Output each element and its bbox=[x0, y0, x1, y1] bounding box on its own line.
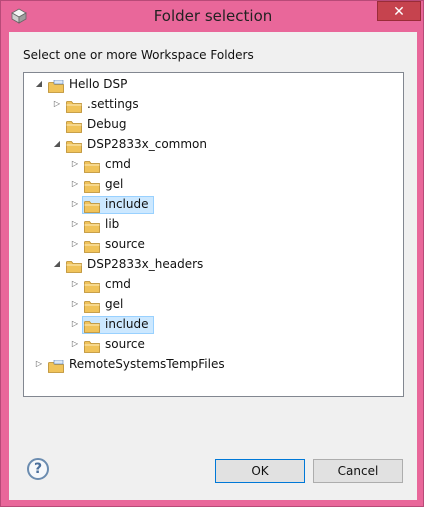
tree-item-label: Hello DSP bbox=[69, 77, 128, 91]
folder-tree[interactable]: ◢ Hello DSP ▷ .settings Debug ◢ DSP2833x_commo… bbox=[23, 72, 404, 397]
tree-item-label: include bbox=[105, 197, 149, 211]
help-icon: ? bbox=[33, 461, 43, 477]
dialog-title: Folder selection bbox=[153, 7, 273, 25]
prompt-label: Select one or more Workspace Folders bbox=[23, 48, 254, 62]
folder-icon bbox=[84, 338, 100, 353]
dialog-body: Select one or more Workspace Folders ◢ He… bbox=[9, 32, 417, 500]
tree-item-label: RemoteSystemsTempFiles bbox=[69, 357, 225, 371]
tree-item-label: cmd bbox=[105, 277, 131, 291]
ok-button[interactable]: OK bbox=[215, 459, 305, 483]
collapsed-arrow-icon[interactable]: ▷ bbox=[70, 219, 80, 229]
collapsed-arrow-icon[interactable]: ▷ bbox=[52, 99, 62, 109]
tree-item-label: DSP2833x_common bbox=[87, 137, 207, 151]
tree-item-label: source bbox=[105, 337, 145, 351]
tree-item-label: DSP2833x_headers bbox=[87, 257, 204, 271]
tree-item-label: .settings bbox=[87, 97, 139, 111]
collapsed-arrow-icon[interactable]: ▷ bbox=[70, 159, 80, 169]
folder-icon bbox=[66, 258, 82, 273]
collapsed-arrow-icon[interactable]: ▷ bbox=[70, 279, 80, 289]
folder-icon bbox=[84, 278, 100, 293]
close-button[interactable]: ✕ bbox=[377, 1, 421, 21]
expanded-arrow-icon[interactable]: ◢ bbox=[34, 79, 44, 89]
collapsed-arrow-icon[interactable]: ▷ bbox=[70, 179, 80, 189]
tree-row[interactable]: ▷ RemoteSystemsTempFiles bbox=[24, 355, 394, 375]
tree-row[interactable]: ◢ Hello DSP bbox=[24, 75, 394, 95]
project-icon bbox=[48, 78, 64, 93]
collapsed-arrow-icon[interactable]: ▷ bbox=[70, 299, 80, 309]
folder-icon bbox=[84, 178, 100, 193]
folder-icon bbox=[66, 98, 82, 113]
collapsed-arrow-icon[interactable]: ▷ bbox=[70, 319, 80, 329]
tree-row[interactable]: ▷ .settings bbox=[24, 95, 394, 115]
tree-row[interactable]: ◢ DSP2833x_headers bbox=[24, 255, 394, 275]
collapsed-arrow-icon[interactable]: ▷ bbox=[70, 239, 80, 249]
tree-item-label: cmd bbox=[105, 157, 131, 171]
tree-item-label: source bbox=[105, 237, 145, 251]
collapsed-arrow-icon[interactable]: ▷ bbox=[70, 339, 80, 349]
tree-item-label: gel bbox=[105, 177, 124, 191]
title-bar[interactable]: Folder selection ✕ bbox=[1, 1, 424, 31]
tree-row[interactable]: ▷ cmd bbox=[24, 275, 394, 295]
expanded-arrow-icon[interactable]: ◢ bbox=[52, 139, 62, 149]
project-icon bbox=[48, 358, 64, 373]
tree-row[interactable]: ▷ cmd bbox=[24, 155, 394, 175]
tree-row[interactable]: ▷ gel bbox=[24, 295, 394, 315]
tree-row[interactable]: ▷ source bbox=[24, 335, 394, 355]
tree-row[interactable]: ▷ include bbox=[24, 315, 394, 335]
tree-row[interactable]: ▷ include bbox=[24, 195, 394, 215]
tree-row[interactable]: Debug bbox=[24, 115, 394, 135]
help-button[interactable]: ? bbox=[27, 458, 49, 480]
tree-item-label: include bbox=[105, 317, 149, 331]
folder-icon bbox=[66, 118, 82, 133]
tree-row[interactable]: ▷ source bbox=[24, 235, 394, 255]
tree-item-label: Debug bbox=[87, 117, 127, 131]
tree-item-label: gel bbox=[105, 297, 124, 311]
folder-icon bbox=[84, 198, 100, 213]
collapsed-arrow-icon[interactable]: ▷ bbox=[34, 359, 44, 369]
tree-row[interactable]: ▷ gel bbox=[24, 175, 394, 195]
folder-icon bbox=[84, 218, 100, 233]
tree-row[interactable]: ▷ lib bbox=[24, 215, 394, 235]
folder-icon bbox=[84, 318, 100, 333]
cancel-button[interactable]: Cancel bbox=[313, 459, 403, 483]
tree-item-label: lib bbox=[105, 217, 120, 231]
close-icon: ✕ bbox=[393, 4, 405, 20]
folder-icon bbox=[66, 138, 82, 153]
dialog-window: Folder selection ✕ Select one or more Wo… bbox=[0, 0, 424, 507]
folder-icon bbox=[84, 238, 100, 253]
folder-icon bbox=[84, 158, 100, 173]
folder-icon bbox=[84, 298, 100, 313]
collapsed-arrow-icon[interactable]: ▷ bbox=[70, 199, 80, 209]
tree-row[interactable]: ◢ DSP2833x_common bbox=[24, 135, 394, 155]
expanded-arrow-icon[interactable]: ◢ bbox=[52, 259, 62, 269]
